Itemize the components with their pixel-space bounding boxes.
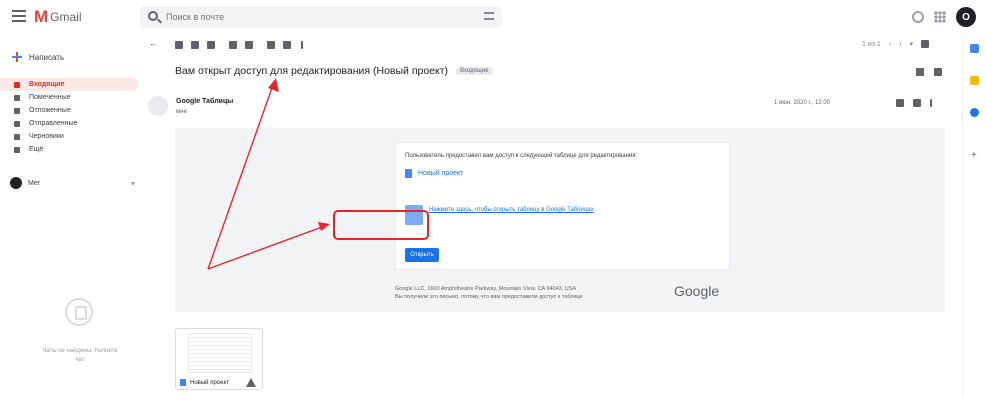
compose-plus-icon bbox=[12, 52, 22, 62]
settings-gear-icon[interactable] bbox=[921, 40, 929, 48]
keep-icon[interactable] bbox=[970, 76, 979, 85]
search-input[interactable] bbox=[166, 10, 466, 24]
subject-actions bbox=[916, 68, 942, 76]
share-notification-card: Пользователь предоставил вам доступ к сл… bbox=[395, 142, 730, 270]
message-subject: Вам открыт доступ для редактирования (Но… bbox=[175, 65, 449, 77]
footer-line: Google LLC, 1600 Amphitheatre Parkway, M… bbox=[395, 286, 577, 292]
sidebar-item-label: Помеченные bbox=[29, 94, 71, 101]
reply-icon[interactable] bbox=[913, 99, 921, 107]
pager-text: 1 из 1 bbox=[862, 40, 881, 48]
more-vert-icon[interactable] bbox=[930, 99, 932, 107]
top-bar: M Gmail О bbox=[0, 0, 986, 34]
drive-icon[interactable] bbox=[246, 378, 256, 387]
draft-icon bbox=[14, 133, 20, 140]
sidebar-item-starred[interactable]: Помеченные bbox=[0, 91, 138, 104]
hangouts-user-name: Мег bbox=[28, 179, 41, 187]
report-spam-icon[interactable] bbox=[191, 41, 199, 49]
clock-icon bbox=[14, 107, 20, 114]
open-sheet-link[interactable]: Нажмите здесь, чтобы открыть таблицу в G… bbox=[429, 206, 719, 214]
archive-icon[interactable] bbox=[175, 41, 183, 49]
shared-file-name[interactable]: Новый проект bbox=[418, 170, 463, 177]
back-arrow-icon[interactable]: ← bbox=[149, 38, 158, 48]
avatar bbox=[10, 177, 22, 189]
sidebar-item-sent[interactable]: Отправленные bbox=[0, 117, 138, 130]
top-right-controls: О bbox=[912, 7, 976, 27]
sidebar-item-label: Входящие bbox=[29, 81, 65, 88]
search-icon[interactable] bbox=[148, 11, 158, 21]
search-bar[interactable] bbox=[140, 6, 502, 28]
sender-avatar bbox=[148, 96, 168, 116]
attachment-preview bbox=[188, 333, 252, 373]
message-actions bbox=[896, 99, 932, 107]
sheets-file-icon bbox=[180, 379, 186, 386]
hangouts-empty-text: Чаты не найдены. Начните чат bbox=[42, 348, 118, 363]
side-panel-rail: + bbox=[962, 34, 986, 398]
mark-unread-icon[interactable] bbox=[229, 41, 237, 49]
chevron-down-icon[interactable]: ▾ bbox=[131, 179, 135, 188]
compose-button[interactable]: Написать bbox=[12, 52, 64, 62]
left-navigation: Написать Входящие Помеченные Отложенные … bbox=[0, 34, 145, 398]
sidebar-item-drafts[interactable]: Черновики bbox=[0, 130, 138, 143]
sheets-file-icon bbox=[405, 169, 412, 178]
message-date: 1 июн. 2020 г., 12:00 bbox=[774, 100, 830, 106]
inbox-label-chip[interactable]: Входящие bbox=[456, 67, 493, 75]
sidebar-item-snoozed[interactable]: Отложенные bbox=[0, 104, 138, 117]
sidebar-item-label: Черновики bbox=[29, 133, 64, 140]
open-in-new-window-icon[interactable] bbox=[934, 68, 942, 76]
pagination: 1 из 1 ‹ › ▾ bbox=[862, 40, 929, 48]
gmail-logo-text: Gmail bbox=[50, 10, 82, 24]
add-addon-icon[interactable]: + bbox=[971, 150, 977, 161]
gmail-logo[interactable]: M Gmail bbox=[34, 7, 82, 27]
folder-list: Входящие Помеченные Отложенные Отправлен… bbox=[0, 78, 138, 156]
gmail-window: M Gmail О Написать Входящие Помечен bbox=[0, 0, 986, 398]
email-footer: Google LLC, 1600 Amphitheatre Parkway, M… bbox=[395, 285, 583, 301]
delete-icon[interactable] bbox=[207, 41, 215, 49]
snooze-icon[interactable] bbox=[245, 41, 253, 49]
arrowhead-icon bbox=[268, 78, 279, 92]
search-options-icon[interactable] bbox=[484, 12, 494, 20]
chevron-down-icon bbox=[14, 146, 20, 153]
gmail-logo-mark: M bbox=[34, 7, 48, 26]
open-button[interactable]: Открыть bbox=[405, 248, 439, 262]
send-icon bbox=[14, 120, 20, 127]
hangouts-icon bbox=[65, 298, 93, 326]
sidebar-item-label: Отправленные bbox=[29, 120, 78, 127]
star-icon bbox=[14, 94, 20, 101]
sharer-avatar bbox=[405, 205, 423, 225]
recipient-text[interactable]: мне bbox=[176, 109, 187, 115]
sender-name[interactable]: Google Таблицы bbox=[176, 98, 233, 105]
sidebar-item-label: Отложенные bbox=[29, 107, 71, 114]
message-toolbar: ← 1 из 1 ‹ › ▾ bbox=[147, 37, 947, 55]
attachment-name-row: Новый проект bbox=[180, 379, 229, 386]
share-intro-text: Пользователь предоставил вам доступ к сл… bbox=[405, 153, 638, 159]
calendar-icon[interactable] bbox=[970, 44, 979, 53]
sidebar-item-inbox[interactable]: Входящие bbox=[0, 78, 138, 91]
print-icon[interactable] bbox=[916, 68, 924, 76]
chevron-left-icon[interactable]: ‹ bbox=[889, 41, 891, 48]
google-logo: Google bbox=[674, 283, 720, 299]
move-to-icon[interactable] bbox=[267, 41, 275, 49]
hangouts-user[interactable]: Мег ▾ bbox=[10, 177, 135, 189]
account-avatar[interactable]: О bbox=[956, 7, 976, 27]
tasks-icon[interactable] bbox=[970, 108, 979, 117]
hamburger-menu-icon[interactable] bbox=[12, 10, 26, 22]
attachment-name: Новый проект bbox=[190, 379, 229, 386]
compose-label: Написать bbox=[29, 52, 65, 62]
help-icon[interactable] bbox=[912, 11, 924, 23]
sidebar-item-label: Ещё bbox=[29, 146, 44, 153]
chevron-right-icon[interactable]: › bbox=[899, 41, 901, 48]
input-tools-icon[interactable]: ▾ bbox=[909, 40, 913, 48]
apps-grid-icon[interactable] bbox=[934, 11, 946, 23]
attachment-card[interactable]: Новый проект bbox=[175, 328, 263, 390]
inbox-icon bbox=[14, 81, 20, 88]
label-icon[interactable] bbox=[283, 41, 291, 49]
footer-line: Вы получили это письмо, потому что вам п… bbox=[395, 294, 583, 300]
shared-file-row[interactable]: Новый проект bbox=[405, 169, 463, 178]
subject-row: Вам открыт доступ для редактирования (Но… bbox=[175, 65, 493, 77]
star-icon[interactable] bbox=[896, 99, 904, 107]
sidebar-item-more[interactable]: Ещё bbox=[0, 143, 138, 156]
more-options-icon[interactable] bbox=[301, 41, 303, 49]
